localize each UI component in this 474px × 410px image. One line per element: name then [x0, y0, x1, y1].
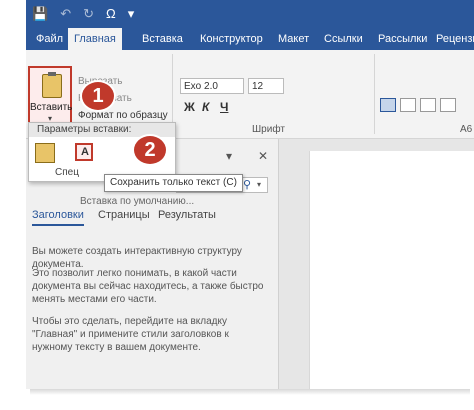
tab-home[interactable]: Главная [68, 28, 122, 50]
tab-results[interactable]: Результаты [158, 209, 216, 221]
save-icon[interactable]: 💾 [32, 6, 48, 22]
quick-access-toolbar: 💾 ↶ ↻ Ω ▾ [32, 6, 134, 22]
tab-references[interactable]: Ссылки [324, 28, 363, 50]
tab-headings[interactable]: Заголовки [32, 209, 84, 226]
nav-hint-text: Это позволит легко понимать, в какой час… [32, 268, 264, 305]
paste-label: Вставить [30, 102, 73, 113]
divider [374, 54, 375, 134]
title-bar: 💾 ↶ ↻ Ω ▾ [26, 0, 474, 28]
keep-text-only-icon[interactable]: A [75, 143, 93, 161]
clipboard-icon [42, 72, 62, 98]
document-page[interactable] [309, 151, 474, 389]
step-badge-1: 1 [82, 82, 114, 110]
justify-button[interactable] [440, 98, 456, 112]
font-group-label: Шрифт [252, 124, 285, 135]
close-icon[interactable]: ✕ [258, 149, 268, 163]
customize-toolbar-icon[interactable]: ▾ [128, 6, 135, 22]
underline-button[interactable]: Ч [220, 100, 228, 114]
paragraph-group-label: А6 [460, 124, 473, 135]
nav-pane-menu-icon[interactable]: ▾ [226, 149, 232, 163]
tab-file[interactable]: Файл [36, 28, 63, 50]
paste-special-item[interactable]: Спец [55, 167, 79, 178]
frame-shadow [30, 389, 470, 395]
symbol-icon[interactable]: Ω [106, 6, 116, 22]
align-left-button[interactable] [380, 98, 396, 112]
font-name-select[interactable]: Exo 2.0 [180, 78, 244, 94]
align-center-button[interactable] [400, 98, 416, 112]
align-right-button[interactable] [420, 98, 436, 112]
paste-options-header: Параметры вставки: [29, 123, 175, 137]
text-only-glyph: A [81, 146, 89, 158]
paste-button[interactable]: Вставить ▾ [28, 66, 72, 126]
tab-insert[interactable]: Вставка [142, 28, 183, 50]
tab-design[interactable]: Конструктор [200, 28, 263, 50]
search-icon[interactable]: ⚲ [243, 178, 251, 191]
tab-review[interactable]: Рецензиро [436, 28, 474, 50]
redo-icon[interactable]: ↻ [83, 6, 94, 22]
tab-pages[interactable]: Страницы [98, 209, 150, 221]
paste-default-item[interactable]: Вставка по умолчанию... [80, 196, 194, 207]
tooltip: Сохранить только текст (С) [104, 174, 243, 192]
step-badge-2: 2 [134, 136, 166, 164]
document-area [279, 139, 474, 389]
undo-icon[interactable]: ↶ [60, 6, 71, 22]
chevron-down-icon[interactable]: ▾ [257, 180, 261, 189]
format-painter-button[interactable]: Формат по образцу [78, 110, 168, 121]
keep-source-formatting-icon[interactable] [35, 143, 55, 163]
italic-button[interactable]: К [202, 100, 209, 114]
ribbon-tabs: Файл Главная Вставка Конструктор Макет С… [26, 28, 474, 50]
word-window: 💾 ↶ ↻ Ω ▾ Файл Главная Вставка Конструкт… [26, 0, 474, 389]
font-size-select[interactable]: 12 [248, 78, 284, 94]
nav-hint-text: Чтобы это сделать, перейдите на вкладку … [32, 316, 229, 353]
tab-layout[interactable]: Макет [278, 28, 309, 50]
bold-button[interactable]: Ж [184, 100, 195, 114]
tab-mailings[interactable]: Рассылки [378, 28, 427, 50]
